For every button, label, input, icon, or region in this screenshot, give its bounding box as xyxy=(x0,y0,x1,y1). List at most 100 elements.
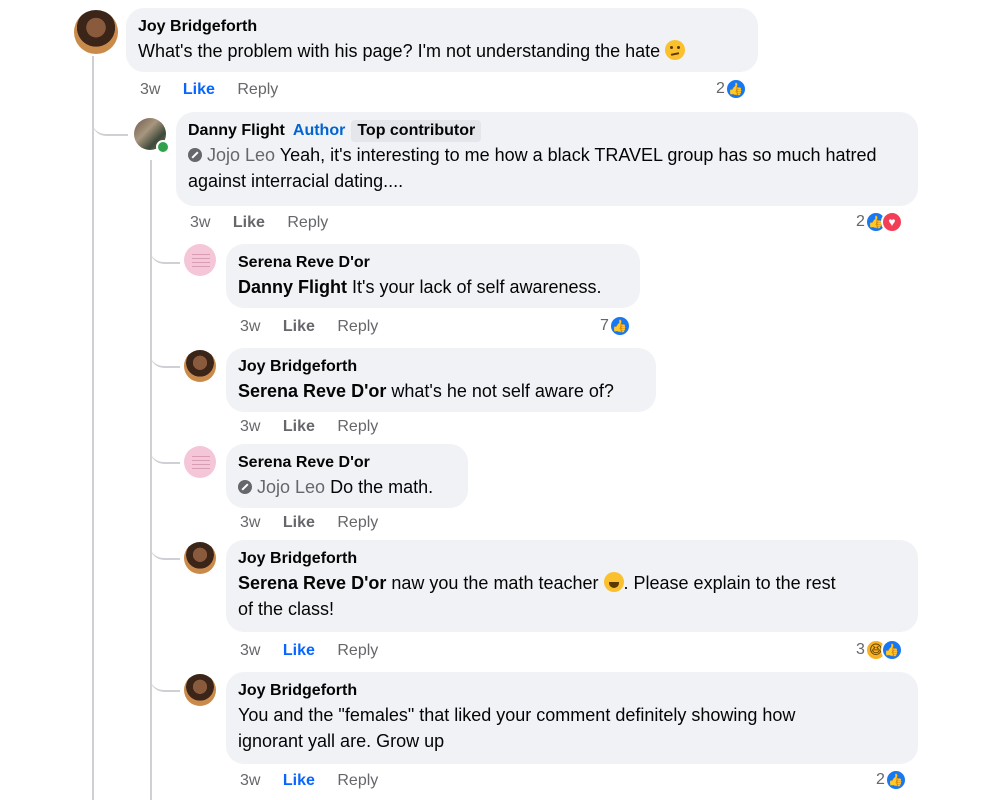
comment-author[interactable]: Joy Bridgeforth xyxy=(238,548,906,570)
rolling-laughing-icon xyxy=(603,572,624,592)
comment-text: Serena Reve D'or what's he not self awar… xyxy=(238,378,644,404)
thread-connector xyxy=(150,244,180,264)
comment-author-line: Danny Flight Author Top contributor xyxy=(188,120,906,142)
thread-connector xyxy=(150,444,180,464)
comment-time[interactable]: 3w xyxy=(240,318,260,335)
confused-face-icon xyxy=(665,40,686,60)
comment-time[interactable]: 3w xyxy=(140,81,160,98)
comment-bubble: Serena Reve D'or Danny Flight It's your … xyxy=(226,244,640,308)
comment-author[interactable]: Joy Bridgeforth xyxy=(238,680,906,702)
comment-time[interactable]: 3w xyxy=(240,418,260,435)
reaction-count: 2 xyxy=(716,80,725,97)
mention-link[interactable]: Danny Flight xyxy=(238,277,347,297)
comment-text: Jojo Leo Yeah, it's interesting to me ho… xyxy=(188,142,906,194)
avatar[interactable] xyxy=(184,674,216,706)
avatar[interactable] xyxy=(74,10,118,54)
reaction-summary[interactable]: 2 👍 xyxy=(716,78,747,100)
reaction-count: 2 xyxy=(856,213,865,230)
reaction-count: 3 xyxy=(856,641,865,658)
reaction-count: 2 xyxy=(876,771,885,788)
reply-button[interactable]: Reply xyxy=(337,772,378,789)
reply-button[interactable]: Reply xyxy=(337,642,378,659)
thumbs-up-icon: 👍 xyxy=(724,78,747,100)
mention-icon xyxy=(238,480,252,494)
comment-time[interactable]: 3w xyxy=(240,514,260,531)
mention-icon xyxy=(188,148,202,162)
avatar[interactable] xyxy=(184,446,216,478)
comment-body: Do the math. xyxy=(330,477,434,497)
comment-body: It's your lack of self awareness. xyxy=(352,277,602,297)
mention-link[interactable]: Jojo Leo xyxy=(207,145,275,165)
comment-bubble: Serena Reve D'or Jojo Leo Do the math. xyxy=(226,444,468,508)
comment-body: What's the problem with his page? I'm no… xyxy=(138,41,661,61)
reply-button[interactable]: Reply xyxy=(237,81,278,98)
comment-bubble: Joy Bridgeforth What's the problem with … xyxy=(126,8,758,72)
like-button[interactable]: Like xyxy=(183,81,215,98)
thread-connector xyxy=(92,110,128,136)
thread-connector xyxy=(150,348,180,368)
reply-button[interactable]: Reply xyxy=(287,214,328,231)
like-button[interactable]: Like xyxy=(283,772,315,789)
comment-actions: 3w Like Reply xyxy=(240,318,396,336)
reaction-summary[interactable]: 3 😆 👍 xyxy=(856,639,903,661)
comment-time[interactable]: 3w xyxy=(190,214,210,231)
reaction-summary[interactable]: 7 👍 xyxy=(600,315,631,337)
like-button[interactable]: Like xyxy=(283,418,315,435)
online-status-icon xyxy=(156,140,170,154)
thumbs-up-icon: 👍 xyxy=(880,639,903,661)
comment-actions: 3w Like Reply xyxy=(190,214,346,232)
heart-icon: ♥ xyxy=(880,211,903,233)
comment-bubble: Joy Bridgeforth Serena Reve D'or naw you… xyxy=(226,540,918,632)
comment-time[interactable]: 3w xyxy=(240,772,260,789)
comment-author[interactable]: Serena Reve D'or xyxy=(238,252,628,274)
reaction-summary[interactable]: 2 👍 xyxy=(876,769,907,791)
comment-actions: 3w Like Reply xyxy=(240,642,396,660)
like-button[interactable]: Like xyxy=(283,318,315,335)
reply-button[interactable]: Reply xyxy=(337,318,378,335)
reaction-summary[interactable]: 2 👍 ♥ xyxy=(856,211,903,233)
thread-connector xyxy=(150,672,180,692)
mention-link[interactable]: Serena Reve D'or xyxy=(238,573,386,593)
comment-text: You and the "females" that liked your co… xyxy=(238,702,906,754)
comment-text: Danny Flight It's your lack of self awar… xyxy=(238,274,628,300)
thread-line-main xyxy=(92,56,94,800)
author-badge: Author xyxy=(292,122,346,139)
comment-author[interactable]: Joy Bridgeforth xyxy=(238,356,644,378)
comment-bubble: Joy Bridgeforth You and the "females" th… xyxy=(226,672,918,764)
comment-body: of the class! xyxy=(238,599,335,619)
comment-author[interactable]: Danny Flight xyxy=(188,122,285,139)
thread-connector xyxy=(150,540,180,560)
comment-text: What's the problem with his page? I'm no… xyxy=(138,38,746,64)
comment-body: . Please explain to the rest xyxy=(623,573,836,593)
top-contributor-badge: Top contributor xyxy=(351,120,482,142)
comment-bubble: Danny Flight Author Top contributor Jojo L… xyxy=(176,112,918,206)
comment-author[interactable]: Serena Reve D'or xyxy=(238,452,456,474)
reply-button[interactable]: Reply xyxy=(337,418,378,435)
like-button[interactable]: Like xyxy=(233,214,265,231)
avatar[interactable] xyxy=(184,350,216,382)
comment-time[interactable]: 3w xyxy=(240,642,260,659)
comment-actions: 3w Like Reply xyxy=(140,81,296,99)
comment-author[interactable]: Joy Bridgeforth xyxy=(138,16,746,38)
comment-actions: 3w Like Reply xyxy=(240,772,396,790)
comment-body: ignorant yall are. Grow up xyxy=(238,731,445,751)
avatar[interactable] xyxy=(184,244,216,276)
mention-link[interactable]: Serena Reve D'or xyxy=(238,381,386,401)
thumbs-up-icon: 👍 xyxy=(608,315,631,337)
mention-link[interactable]: Jojo Leo xyxy=(257,477,325,497)
like-button[interactable]: Like xyxy=(283,642,315,659)
comment-actions: 3w Like Reply xyxy=(240,418,396,436)
thumbs-up-icon: 👍 xyxy=(884,769,907,791)
comment-text: Jojo Leo Do the math. xyxy=(238,474,456,500)
avatar[interactable] xyxy=(184,542,216,574)
comment-body: naw you the math teacher xyxy=(391,573,599,593)
reply-button[interactable]: Reply xyxy=(337,514,378,531)
comment-text: Serena Reve D'or naw you the math teache… xyxy=(238,570,906,622)
comment-body: Yeah, it's interesting to me how a black… xyxy=(188,145,877,191)
like-button[interactable]: Like xyxy=(283,514,315,531)
reaction-count: 7 xyxy=(600,317,609,334)
comment-actions: 3w Like Reply xyxy=(240,514,396,532)
comment-body: what's he not self aware of? xyxy=(391,381,614,401)
comment-body: You and the "females" that liked your co… xyxy=(238,705,796,725)
comment-bubble: Joy Bridgeforth Serena Reve D'or what's … xyxy=(226,348,656,412)
